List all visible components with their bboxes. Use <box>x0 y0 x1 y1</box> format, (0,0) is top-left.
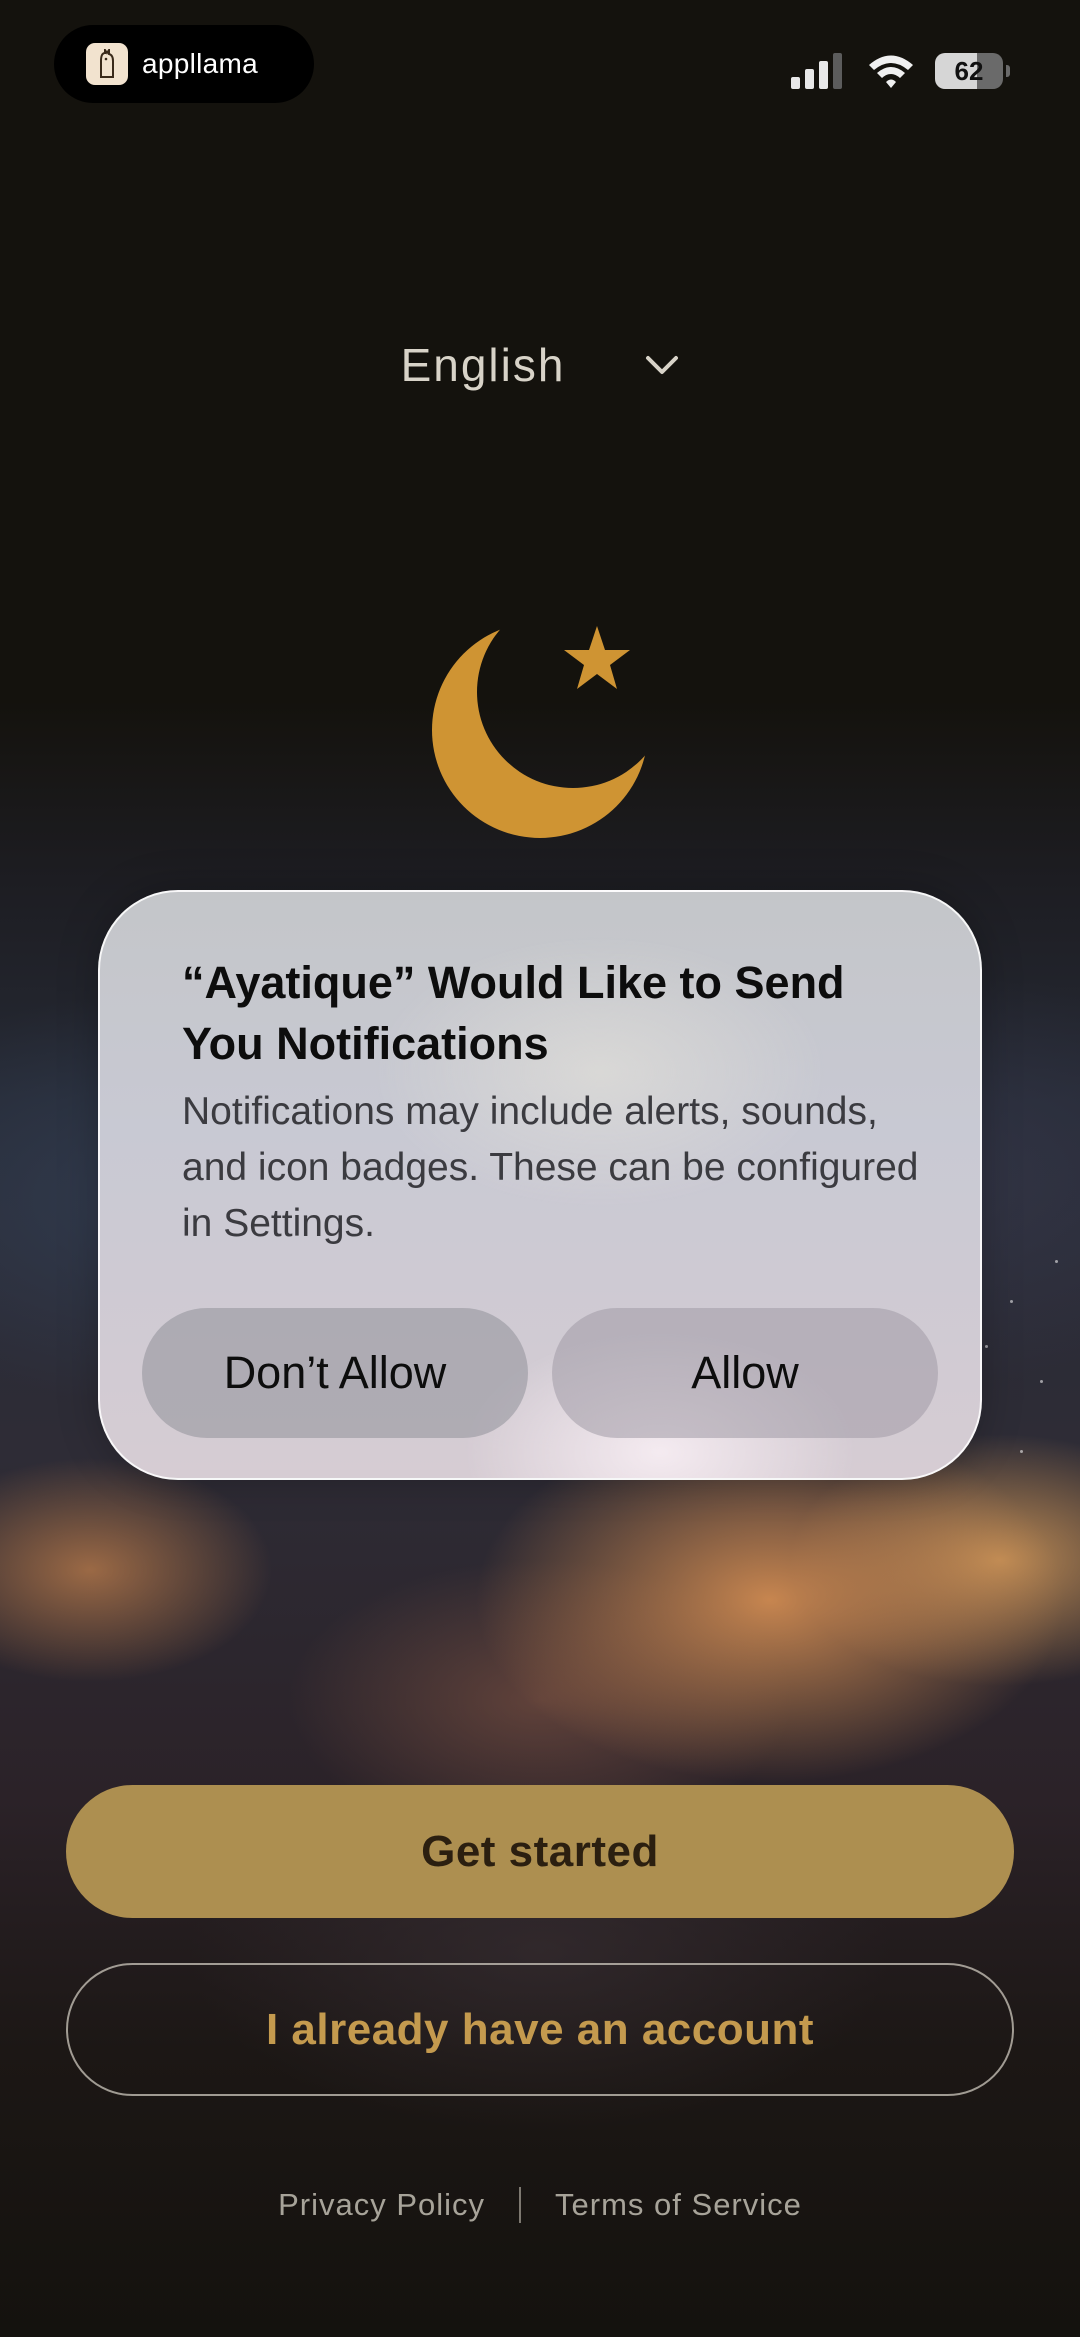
cellular-signal-icon <box>791 53 842 89</box>
existing-account-button[interactable]: I already have an account <box>66 1963 1014 2096</box>
chevron-down-icon <box>645 354 679 376</box>
footer-links: Privacy Policy Terms of Service <box>0 2180 1080 2230</box>
appllama-label: appllama <box>142 48 259 79</box>
language-label: English <box>400 339 566 391</box>
dialog-title: “Ayatique” Would Like to Send You Notifi… <box>182 957 845 1069</box>
status-icons: 62 <box>791 52 1010 90</box>
get-started-button[interactable]: Get started <box>66 1785 1014 1918</box>
notification-permission-dialog: “Ayatique” Would Like to Send You Notifi… <box>98 890 982 1480</box>
battery-tip <box>1006 65 1010 77</box>
allow-button[interactable]: Allow <box>552 1308 938 1438</box>
terms-of-service-link[interactable]: Terms of Service <box>555 2187 802 2223</box>
language-selector[interactable]: English <box>0 330 1080 400</box>
wifi-icon <box>869 55 913 88</box>
privacy-policy-link[interactable]: Privacy Policy <box>278 2187 485 2223</box>
footer-divider <box>519 2187 522 2223</box>
battery-icon: 62 <box>935 53 1003 89</box>
battery-level: 62 <box>954 55 984 86</box>
appllama-badge: appllama <box>54 25 314 103</box>
crescent-star-icon <box>432 622 648 838</box>
dont-allow-button[interactable]: Don’t Allow <box>142 1308 528 1438</box>
llama-logo-icon <box>86 43 128 85</box>
dialog-message: Notifications may include alerts, sounds… <box>182 1090 919 1245</box>
